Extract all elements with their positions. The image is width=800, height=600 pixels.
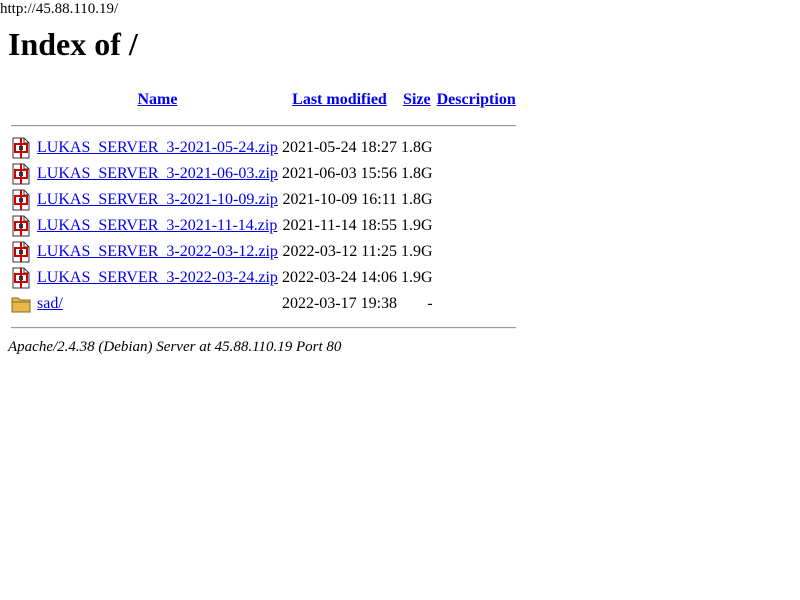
description-cell bbox=[436, 188, 517, 212]
last-modified-cell: 2021-10-09 16:11 bbox=[282, 191, 398, 208]
file-link[interactable]: sad/ bbox=[37, 295, 63, 312]
description-column-header: Description bbox=[436, 88, 517, 112]
size-cell: 1.9G bbox=[401, 243, 433, 260]
size-cell: - bbox=[427, 295, 433, 312]
icon-column-header bbox=[10, 88, 34, 112]
file-link[interactable]: LUKAS_SERVER_3-2021-11-14.zip bbox=[37, 217, 277, 234]
last-modified-cell: 2021-06-03 15:56 bbox=[281, 165, 398, 182]
page-title: Index of / bbox=[8, 26, 138, 62]
file-link[interactable]: LUKAS_SERVER_3-2021-05-24.zip bbox=[37, 139, 278, 156]
last-modified-column-header: Last modified bbox=[281, 88, 398, 112]
table-row: LUKAS_SERVER_3-2021-06-03.zip 2021-06-03 … bbox=[10, 162, 517, 186]
size-cell: 1.8G bbox=[401, 165, 433, 182]
last-modified-cell: 2022-03-24 14:06 bbox=[281, 269, 398, 286]
compressed-file-icon bbox=[11, 215, 31, 237]
table-header-row: Name Last modified Size Description bbox=[10, 88, 517, 112]
last-modified-cell: 2022-03-17 19:38 bbox=[281, 295, 398, 312]
file-rows: LUKAS_SERVER_3-2021-05-24.zip 2021-05-24 … bbox=[10, 136, 517, 316]
sort-by-description-link[interactable]: Description bbox=[437, 91, 516, 108]
table-row: sad/2022-03-17 19:38 - bbox=[10, 292, 517, 316]
file-link[interactable]: LUKAS_SERVER_3-2022-03-12.zip bbox=[37, 243, 278, 260]
size-cell: 1.9G bbox=[401, 217, 433, 234]
last-modified-cell: 2021-05-24 18:27 bbox=[281, 139, 398, 156]
description-cell bbox=[436, 292, 517, 316]
divider bbox=[11, 327, 516, 329]
footer-divider-row bbox=[10, 318, 517, 332]
description-cell bbox=[436, 240, 517, 264]
name-column-header: Name bbox=[36, 88, 279, 112]
last-modified-cell: 2022-03-12 11:25 bbox=[282, 243, 398, 260]
size-cell: 1.8G bbox=[401, 191, 433, 208]
description-cell bbox=[436, 266, 517, 290]
file-link[interactable]: LUKAS_SERVER_3-2021-10-09.zip bbox=[37, 191, 278, 208]
table-row: LUKAS_SERVER_3-2022-03-12.zip 2022-03-12 … bbox=[10, 240, 517, 264]
description-cell bbox=[436, 162, 517, 186]
file-listing-table: Name Last modified Size Description LUKA… bbox=[8, 86, 519, 334]
folder-icon bbox=[11, 293, 31, 315]
sort-by-name-link[interactable]: Name bbox=[137, 91, 177, 108]
compressed-file-icon bbox=[11, 189, 31, 211]
last-modified-cell: 2021-11-14 18:55 bbox=[282, 217, 398, 234]
divider bbox=[11, 125, 516, 127]
table-row: LUKAS_SERVER_3-2022-03-24.zip 2022-03-24 … bbox=[10, 266, 517, 290]
file-link[interactable]: LUKAS_SERVER_3-2022-03-24.zip bbox=[37, 269, 278, 286]
header-divider-row bbox=[10, 114, 517, 134]
compressed-file-icon bbox=[11, 241, 31, 263]
description-cell bbox=[436, 214, 517, 238]
compressed-file-icon bbox=[11, 163, 31, 185]
table-row: LUKAS_SERVER_3-2021-11-14.zip 2021-11-14 … bbox=[10, 214, 517, 238]
server-signature: Apache/2.4.38 (Debian) Server at 45.88.1… bbox=[8, 339, 342, 355]
table-row: LUKAS_SERVER_3-2021-10-09.zip 2021-10-09 … bbox=[10, 188, 517, 212]
compressed-file-icon bbox=[11, 137, 31, 159]
url-text: http://45.88.110.19/ bbox=[0, 1, 119, 17]
file-link[interactable]: LUKAS_SERVER_3-2021-06-03.zip bbox=[37, 165, 278, 182]
size-cell: 1.8G bbox=[401, 139, 433, 156]
compressed-file-icon bbox=[11, 267, 31, 289]
size-column-header: Size bbox=[400, 88, 434, 112]
sort-by-last-modified-link[interactable]: Last modified bbox=[292, 91, 387, 108]
sort-by-size-link[interactable]: Size bbox=[403, 91, 431, 108]
size-cell: 1.9G bbox=[401, 269, 433, 286]
description-cell bbox=[436, 136, 517, 160]
table-row: LUKAS_SERVER_3-2021-05-24.zip 2021-05-24 … bbox=[10, 136, 517, 160]
